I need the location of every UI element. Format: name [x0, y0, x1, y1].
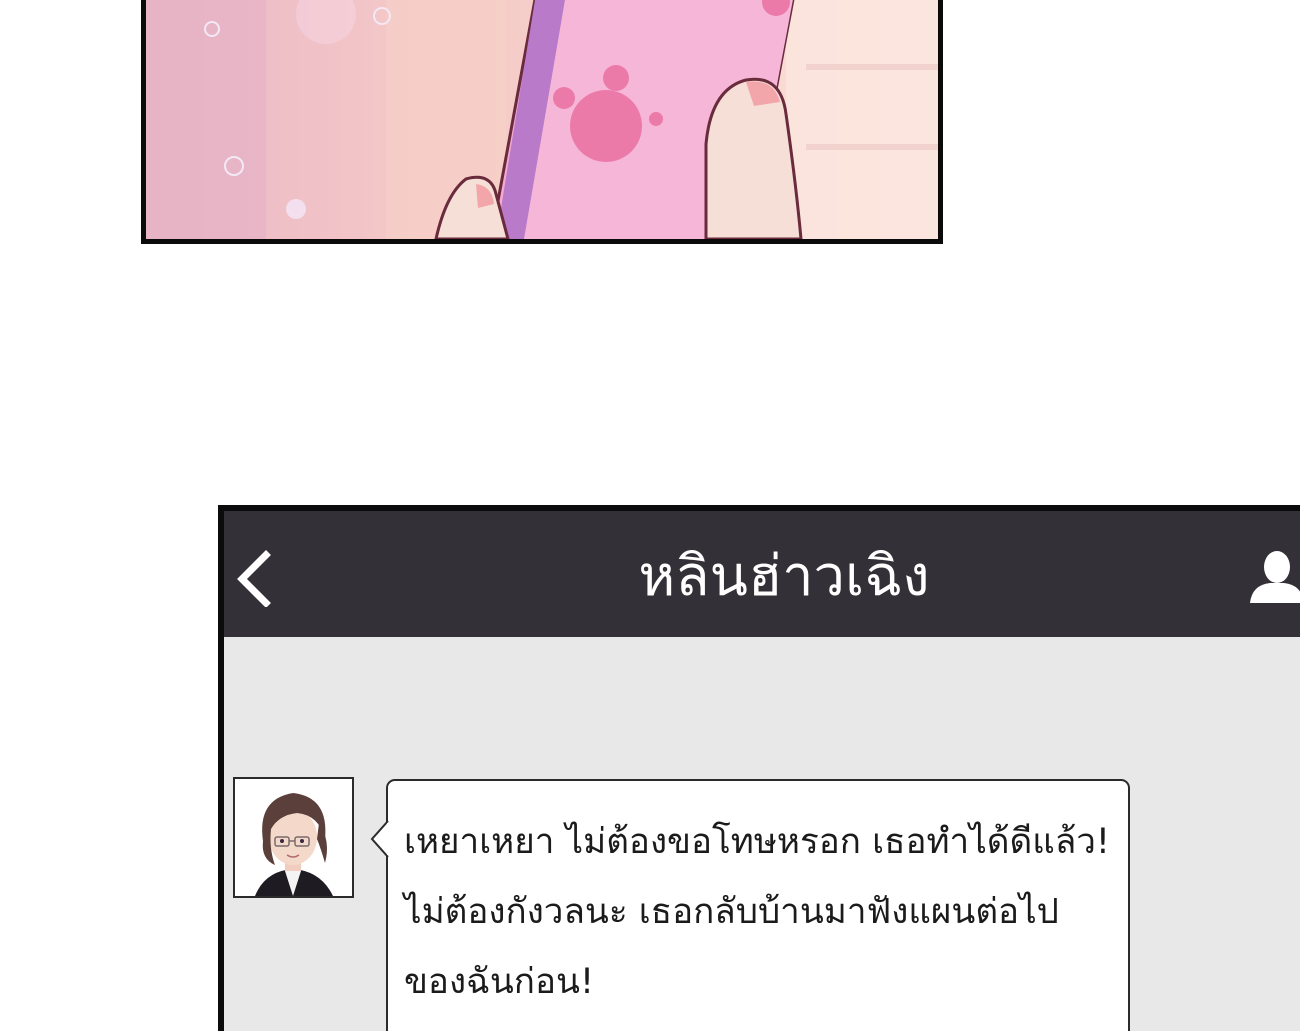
user-icon[interactable]	[1246, 547, 1300, 607]
hand-holding-phone-illustration	[146, 0, 938, 239]
avatar[interactable]	[233, 777, 354, 898]
message-text: เหยาเหยา ไม่ต้องขอโทษหรอก เธอทำได้ดีแล้ว…	[404, 807, 1124, 1017]
message-line: ไม่ต้องกังวลนะ เธอกลับบ้านมาฟังแผนต่อไป	[404, 892, 1059, 932]
comic-panel-phone-illustration	[141, 0, 943, 244]
avatar-portrait	[235, 779, 352, 896]
bubble-tail	[370, 820, 391, 858]
message-line: เหยาเหยา ไม่ต้องขอโทษหรอก เธอทำได้ดีแล้ว…	[404, 822, 1110, 862]
chevron-left-icon[interactable]	[230, 547, 282, 608]
chat-header: หลินฮ่าวเฉิง	[224, 511, 1300, 637]
chat-screen: หลินฮ่าวเฉิง เหยาเหยา ไม่ต้องขอโทษหรอก เ…	[218, 505, 1300, 1031]
chat-title: หลินฮ่าวเฉิง	[638, 544, 930, 609]
message-line: ของฉันก่อน!	[404, 962, 594, 1002]
